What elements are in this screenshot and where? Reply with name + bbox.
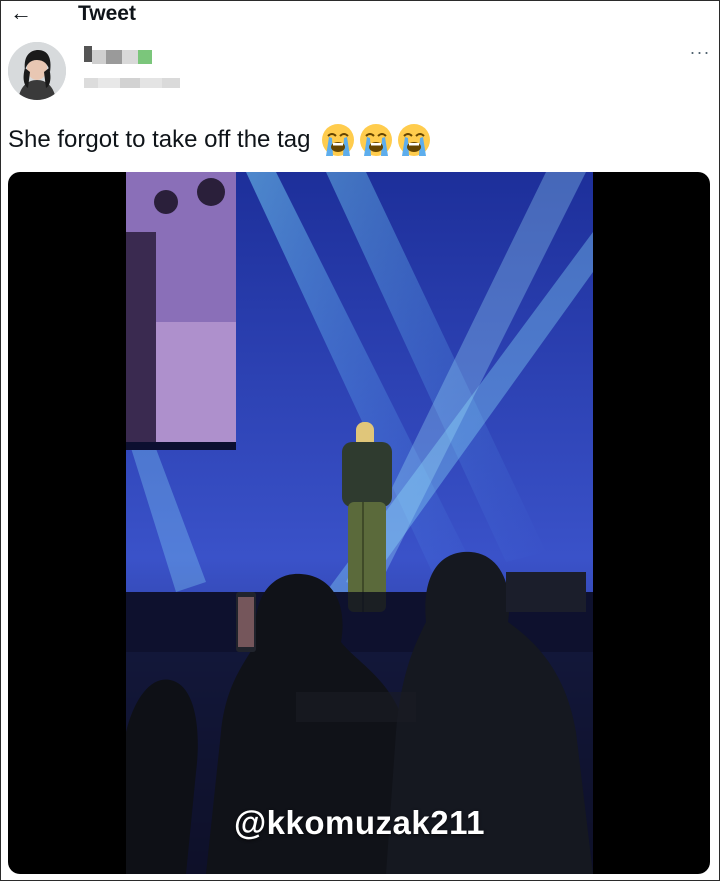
ellipsis-icon: ···	[689, 42, 711, 62]
tweet-header: ← Tweet	[0, 0, 720, 30]
tweet-media[interactable]: @kkomuzak211	[8, 172, 710, 874]
tweet-text: She forgot to take off the tag	[8, 126, 311, 153]
avatar[interactable]	[8, 42, 66, 100]
video-watermark: @kkomuzak211	[234, 804, 485, 841]
back-button[interactable]: ←	[8, 2, 34, 26]
loudly-crying-face-icon	[358, 122, 394, 158]
arrow-left-icon: ←	[10, 0, 32, 25]
concert-video-frame	[126, 172, 593, 874]
page-title: Tweet	[78, 2, 136, 25]
more-options-button[interactable]: ···	[688, 42, 712, 64]
handle-redacted[interactable]	[84, 74, 184, 90]
tweet-author: ···	[8, 42, 712, 104]
loudly-crying-face-icon	[396, 122, 432, 158]
profile-photo-icon	[8, 42, 66, 100]
emoji-group	[320, 122, 432, 158]
display-name-redacted[interactable]	[84, 46, 164, 68]
loudly-crying-face-icon	[320, 122, 356, 158]
video-player[interactable]: @kkomuzak211	[126, 172, 593, 874]
tweet-text-row: She forgot to take off the tag	[8, 122, 432, 158]
